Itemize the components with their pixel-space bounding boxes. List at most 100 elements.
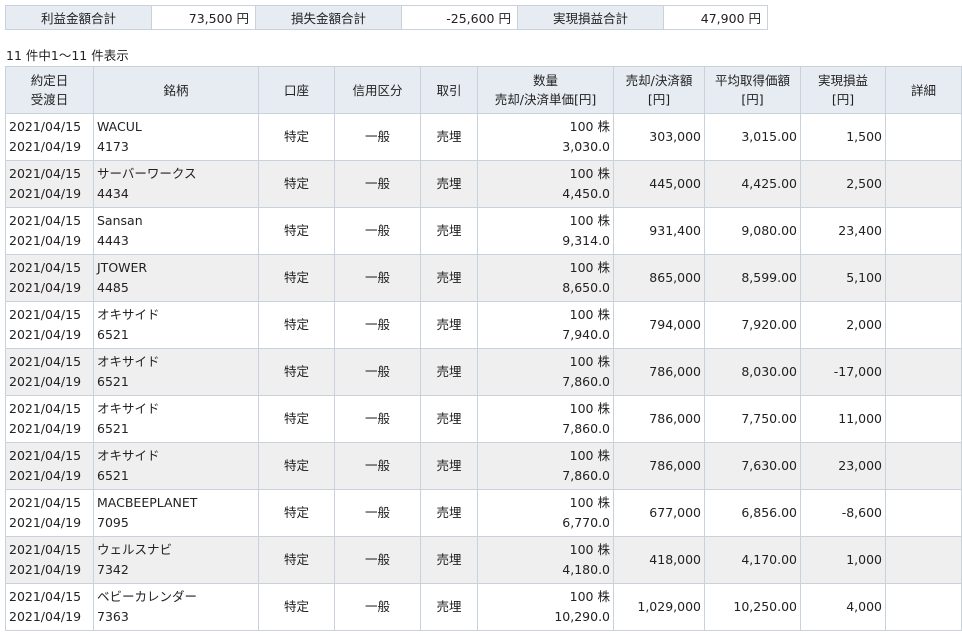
cell-detail [885, 536, 962, 584]
quantity: 100 株 [569, 119, 610, 134]
cell-qty: 100 株 8,650.0 [477, 254, 614, 302]
cell-date: 2021/04/15 2021/04/19 [5, 160, 94, 208]
trade-date: 2021/04/15 [9, 260, 82, 275]
stock-name: オキサイド [97, 354, 160, 369]
cell-account: 特定 [258, 348, 335, 396]
cell-realized-pl: -8,600 [800, 489, 886, 537]
stock-code: 7342 [97, 562, 129, 577]
table-row: 2021/04/15 2021/04/19 サーバーワークス 4434 特定 一般 売埋 10… [5, 160, 962, 208]
stock-name: WACUL [97, 119, 142, 134]
quantity: 100 株 [569, 542, 610, 557]
table-row: 2021/04/15 2021/04/19 ウェルスナビ 7342 特定 一般 売埋 100 … [5, 536, 962, 584]
trade-date: 2021/04/15 [9, 166, 82, 181]
cell-sale-amount: 303,000 [613, 113, 705, 161]
trade-date: 2021/04/15 [9, 448, 82, 463]
cell-stock: サーバーワークス 4434 [93, 160, 259, 208]
stock-code: 4434 [97, 186, 129, 201]
cell-avg-cost: 6,856.00 [704, 489, 801, 537]
summary-table: 利益金額合計 73,500 円 損失金額合計 -25,600 円 実現損益合計 … [5, 5, 768, 30]
cell-qty: 100 株 3,030.0 [477, 113, 614, 161]
cell-realized-pl: 2,000 [800, 301, 886, 349]
cell-sale-amount: 1,029,000 [613, 583, 705, 631]
cell-detail [885, 160, 962, 208]
cell-account: 特定 [258, 395, 335, 443]
cell-account: 特定 [258, 207, 335, 255]
unit-price: 7,860.0 [562, 421, 610, 436]
cell-qty: 100 株 4,450.0 [477, 160, 614, 208]
header-qty-line2: 売却/決済単価[円] [494, 92, 597, 107]
cell-stock: ベビーカレンダー 7363 [93, 583, 259, 631]
cell-account: 特定 [258, 254, 335, 302]
loss-total-value: -25,600 円 [401, 5, 518, 30]
unit-price: 6,770.0 [562, 515, 610, 530]
cell-trade: 売埋 [420, 207, 478, 255]
header-trade: 取引 [420, 66, 478, 114]
profit-total-value: 73,500 円 [151, 5, 256, 30]
settle-date: 2021/04/19 [9, 562, 82, 577]
cell-detail [885, 301, 962, 349]
cell-account: 特定 [258, 489, 335, 537]
cell-trade: 売埋 [420, 113, 478, 161]
cell-detail [885, 442, 962, 490]
quantity: 100 株 [569, 401, 610, 416]
cell-stock: オキサイド 6521 [93, 301, 259, 349]
unit-price: 4,180.0 [562, 562, 610, 577]
header-sale-line1: 売却/決済額 [625, 73, 693, 88]
header-pl: 実現損益 [円] [800, 66, 886, 114]
cell-trade: 売埋 [420, 348, 478, 396]
cell-qty: 100 株 10,290.0 [477, 583, 614, 631]
cell-date: 2021/04/15 2021/04/19 [5, 254, 94, 302]
cell-detail [885, 348, 962, 396]
stock-code: 4485 [97, 280, 129, 295]
cell-qty: 100 株 7,940.0 [477, 301, 614, 349]
quantity: 100 株 [569, 166, 610, 181]
realized-pl-total-value: 47,900 円 [663, 5, 768, 30]
cell-detail [885, 583, 962, 631]
unit-price: 7,860.0 [562, 468, 610, 483]
cell-stock: オキサイド 6521 [93, 442, 259, 490]
table-row: 2021/04/15 2021/04/19 JTOWER 4485 特定 一般 売埋 100 … [5, 254, 962, 302]
cell-realized-pl: 1,000 [800, 536, 886, 584]
cell-credit: 一般 [334, 160, 421, 208]
cell-qty: 100 株 9,314.0 [477, 207, 614, 255]
profit-total-label: 利益金額合計 [5, 5, 152, 30]
cell-stock: オキサイド 6521 [93, 348, 259, 396]
cell-avg-cost: 8,599.00 [704, 254, 801, 302]
cell-stock: JTOWER 4485 [93, 254, 259, 302]
unit-price: 4,450.0 [562, 186, 610, 201]
header-pl-line2: [円] [831, 92, 855, 107]
header-sale: 売却/決済額 [円] [613, 66, 705, 114]
stock-name: Sansan [97, 213, 143, 228]
stock-name: ベビーカレンダー [97, 589, 198, 604]
cell-sale-amount: 677,000 [613, 489, 705, 537]
cell-avg-cost: 8,030.00 [704, 348, 801, 396]
unit-price: 7,940.0 [562, 327, 610, 342]
trade-date: 2021/04/15 [9, 401, 82, 416]
trade-date: 2021/04/15 [9, 589, 82, 604]
cell-qty: 100 株 7,860.0 [477, 395, 614, 443]
header-settle-date: 受渡日 [30, 92, 69, 107]
cell-account: 特定 [258, 160, 335, 208]
cell-qty: 100 株 7,860.0 [477, 442, 614, 490]
trade-date: 2021/04/15 [9, 354, 82, 369]
cell-sale-amount: 418,000 [613, 536, 705, 584]
cell-credit: 一般 [334, 489, 421, 537]
cell-date: 2021/04/15 2021/04/19 [5, 207, 94, 255]
cell-sale-amount: 931,400 [613, 207, 705, 255]
unit-price: 7,860.0 [562, 374, 610, 389]
cell-detail [885, 395, 962, 443]
cell-detail [885, 113, 962, 161]
quantity: 100 株 [569, 448, 610, 463]
cell-credit: 一般 [334, 254, 421, 302]
cell-stock: MACBEEPLANET 7095 [93, 489, 259, 537]
cell-account: 特定 [258, 536, 335, 584]
cell-stock: ウェルスナビ 7342 [93, 536, 259, 584]
cell-account: 特定 [258, 583, 335, 631]
header-trade-date: 約定日 [30, 73, 69, 88]
cell-trade: 売埋 [420, 301, 478, 349]
cell-credit: 一般 [334, 113, 421, 161]
table-row: 2021/04/15 2021/04/19 オキサイド 6521 特定 一般 売埋 100 株… [5, 442, 962, 490]
settle-date: 2021/04/19 [9, 515, 82, 530]
cell-credit: 一般 [334, 536, 421, 584]
stock-name: オキサイド [97, 448, 160, 463]
